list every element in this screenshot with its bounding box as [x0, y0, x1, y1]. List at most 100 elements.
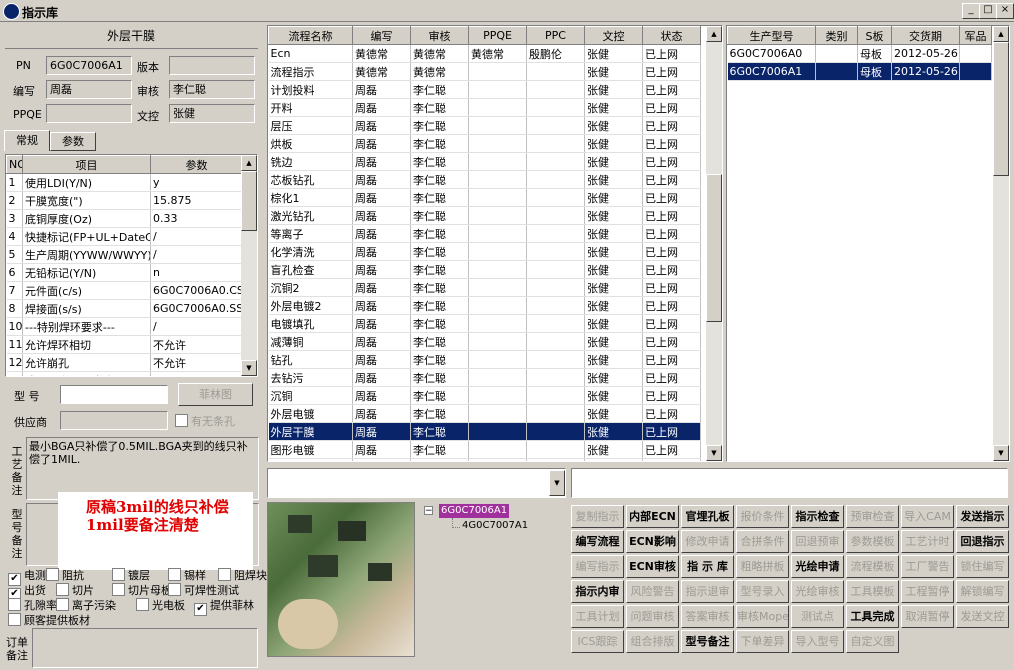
- model-header-cell[interactable]: 军品: [959, 26, 992, 45]
- search-input[interactable]: [571, 468, 1008, 498]
- feilin-button[interactable]: 菲林图: [178, 383, 253, 406]
- param-row[interactable]: 6 无铅标记(Y/N) n: [6, 263, 243, 282]
- param-row[interactable]: 4 快捷标记(FP+UL+DateC//: [6, 227, 243, 246]
- action-button[interactable]: 编写指示: [571, 555, 624, 578]
- scroll-down-icon[interactable]: ▼: [993, 445, 1009, 461]
- action-button[interactable]: 复制指示: [571, 505, 624, 528]
- tab-params[interactable]: 参数: [50, 132, 96, 151]
- flow-row[interactable]: 外层电镀2 周磊 李仁聪 张健 已上网: [268, 296, 701, 315]
- flow-row[interactable]: 电镀填孔 周磊 李仁聪 张健 已上网: [268, 314, 701, 333]
- flow-row[interactable]: 沉铜2 周磊 李仁聪 张健 已上网: [268, 278, 701, 297]
- model-header-cell[interactable]: 交货期: [891, 26, 960, 45]
- no-slot-checkbox[interactable]: 有无条孔: [175, 413, 235, 429]
- param-header-no[interactable]: NO: [6, 155, 23, 174]
- option-checkbox[interactable]: 镀层: [112, 567, 150, 583]
- collapse-icon[interactable]: −: [424, 506, 433, 516]
- model-scrollbar[interactable]: ▲ ▼: [993, 26, 1009, 461]
- scroll-down-icon[interactable]: ▼: [241, 360, 257, 376]
- flow-row[interactable]: 铣边 周磊 李仁聪 张健 已上网: [268, 152, 701, 171]
- action-button[interactable]: 流程模板: [846, 555, 899, 578]
- action-button[interactable]: 导入CAM: [901, 505, 954, 528]
- flow-header-cell[interactable]: PPQE: [468, 26, 527, 45]
- action-button[interactable]: ECN影响: [626, 530, 679, 553]
- action-button[interactable]: 测试点: [791, 605, 844, 628]
- action-button[interactable]: 编写流程: [571, 530, 624, 553]
- flow-row[interactable]: 计划投料 周磊 李仁聪 张健 已上网: [268, 80, 701, 99]
- flow-header-cell[interactable]: 流程名称: [268, 26, 353, 45]
- action-button[interactable]: 工具完成: [846, 605, 899, 628]
- flow-header-cell[interactable]: PPC: [526, 26, 585, 45]
- option-checkbox[interactable]: 孔隙率: [8, 597, 57, 613]
- param-row[interactable]: 2 干膜宽度(") 15.875: [6, 191, 243, 210]
- action-button[interactable]: 解锁编写: [956, 580, 1009, 603]
- flow-header-cell[interactable]: 审核: [410, 26, 469, 45]
- scroll-up-icon[interactable]: ▲: [993, 26, 1009, 42]
- option-checkbox[interactable]: 阻抗: [46, 567, 84, 583]
- action-button[interactable]: 锁住编写: [956, 555, 1009, 578]
- param-row[interactable]: 10 ---特别焊环要求--- /: [6, 317, 243, 336]
- option-checkbox[interactable]: 顾客提供板材: [8, 612, 90, 628]
- scroll-thumb[interactable]: [241, 171, 257, 231]
- action-button[interactable]: 下单差异: [736, 630, 789, 653]
- tree-child[interactable]: 4G0C7007A1: [462, 520, 528, 531]
- flow-row[interactable]: Ecn 黄德常 黄德常 黄德常 殷鹏伦 张健 已上网: [268, 44, 701, 63]
- param-row[interactable]: 11 允许焊环相切 不允许: [6, 335, 243, 354]
- action-button[interactable]: 光绘申请: [791, 555, 844, 578]
- action-button[interactable]: 型号备注: [681, 630, 734, 653]
- model-header-cell[interactable]: S板: [857, 26, 892, 45]
- option-checkbox[interactable]: ✔ 提供菲林: [194, 597, 254, 616]
- action-button[interactable]: 合拼条件: [736, 530, 789, 553]
- pn-field[interactable]: 6G0C7006A1: [46, 56, 132, 75]
- param-row[interactable]: 12 允许崩孔 不允许: [6, 353, 243, 372]
- flow-row[interactable]: 化学清洗 周磊 李仁聪 张健 已上网: [268, 242, 701, 261]
- action-button[interactable]: 指示检查: [791, 505, 844, 528]
- action-button[interactable]: 修改申请: [681, 530, 734, 553]
- flow-row[interactable]: 减薄铜 周磊 李仁聪 张健 已上网: [268, 332, 701, 351]
- action-button[interactable]: 答案审核: [681, 605, 734, 628]
- param-header-item[interactable]: 项目: [22, 155, 151, 174]
- minimize-button[interactable]: _: [962, 3, 980, 19]
- action-button[interactable]: 工程暂停: [901, 580, 954, 603]
- action-button[interactable]: 风险警告: [626, 580, 679, 603]
- tree-root[interactable]: 6G0C7006A1: [439, 504, 510, 518]
- action-button[interactable]: 工厂警告: [901, 555, 954, 578]
- scroll-up-icon[interactable]: ▲: [241, 155, 257, 171]
- flow-row[interactable]: 芯板钻孔 周磊 李仁聪 张健 已上网: [268, 170, 701, 189]
- filter-combo[interactable]: ▼: [267, 468, 566, 498]
- model-row[interactable]: 6G0C7006A1 母板 2012-05-26: [727, 62, 992, 81]
- param-scrollbar[interactable]: ▲ ▼: [241, 155, 257, 376]
- action-button[interactable]: 指示退审: [681, 580, 734, 603]
- scroll-thumb[interactable]: [706, 174, 722, 322]
- action-button[interactable]: 内部ECN: [626, 505, 679, 528]
- scroll-thumb[interactable]: [993, 42, 1009, 176]
- flow-row[interactable]: 棕化1 周磊 李仁聪 张健 已上网: [268, 188, 701, 207]
- option-checkbox[interactable]: 可焊性测试: [168, 582, 239, 598]
- option-checkbox[interactable]: 切片: [56, 582, 94, 598]
- author-field[interactable]: 周磊: [46, 80, 132, 99]
- action-button[interactable]: 问题审核: [626, 605, 679, 628]
- process-note-field[interactable]: 最小BGA只补偿了0.5MIL.BGA夹到的线只补偿了1MIL.: [26, 437, 259, 500]
- doc-field[interactable]: 张健: [169, 104, 255, 123]
- ppqe-field[interactable]: [46, 104, 132, 123]
- scroll-up-icon[interactable]: ▲: [706, 26, 722, 42]
- scroll-down-icon[interactable]: ▼: [706, 445, 722, 461]
- review-field[interactable]: 李仁聪: [169, 80, 255, 99]
- flow-row[interactable]: 钻孔 周磊 李仁聪 张健 已上网: [268, 350, 701, 369]
- option-checkbox[interactable]: 锡样: [168, 567, 206, 583]
- flow-row[interactable]: 流程指示 黄德常 黄德常 张健 已上网: [268, 62, 701, 81]
- flow-header-cell[interactable]: 编写: [352, 26, 411, 45]
- param-row[interactable]: 7 元件面(c/s) 6G0C7006A0.CS: [6, 281, 243, 300]
- param-header-value[interactable]: 参数: [150, 155, 243, 174]
- param-row[interactable]: 5 生产周期(YYWW/WWYY) /: [6, 245, 243, 264]
- option-checkbox[interactable]: 阻焊块: [218, 567, 267, 583]
- action-button[interactable]: 工具模板: [846, 580, 899, 603]
- action-button[interactable]: 官埋孔板: [681, 505, 734, 528]
- flow-row[interactable]: 去钻污 周磊 李仁聪 张健 已上网: [268, 368, 701, 387]
- option-checkbox[interactable]: 离子污染: [56, 597, 116, 613]
- flow-row[interactable]: 层压 周磊 李仁聪 张健 已上网: [268, 116, 701, 135]
- model-header-cell[interactable]: 生产型号: [727, 26, 816, 45]
- model-field[interactable]: [60, 385, 168, 404]
- close-button[interactable]: ×: [996, 3, 1014, 19]
- action-button[interactable]: ECN审核: [626, 555, 679, 578]
- flow-header-cell[interactable]: 文控: [584, 26, 643, 45]
